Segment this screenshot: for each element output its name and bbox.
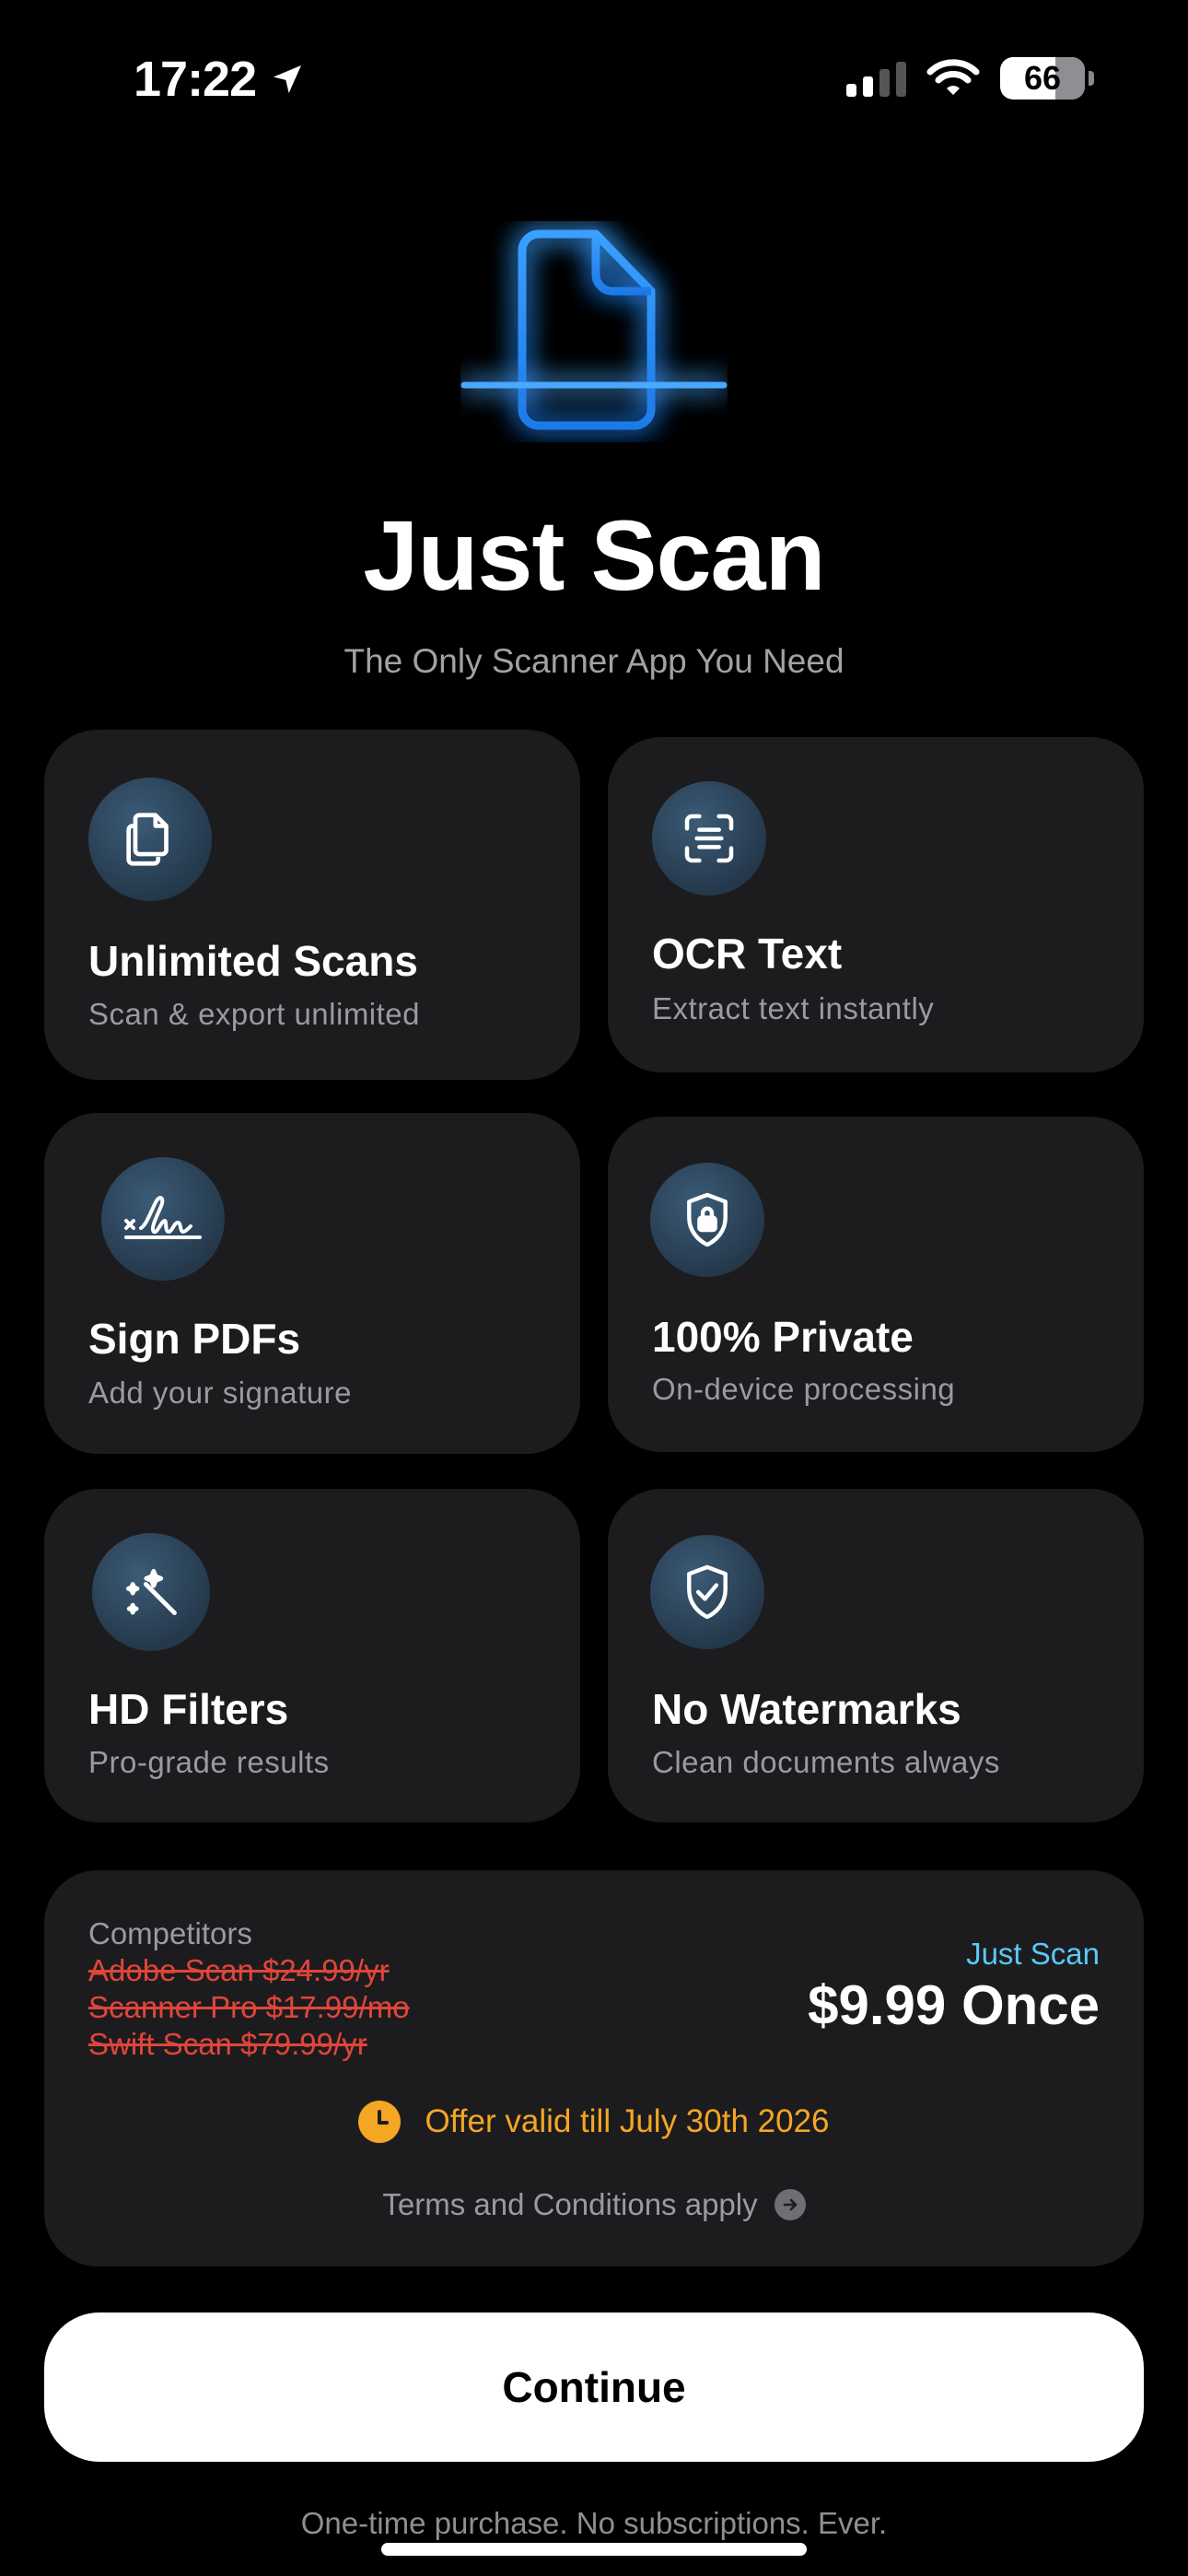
arrow-right-icon[interactable] <box>774 2189 806 2220</box>
feature-card-private: 100% Private On-device processing <box>608 1117 1144 1452</box>
feature-description: Add your signature <box>88 1376 353 1410</box>
checkmark-shield-icon <box>650 1535 764 1649</box>
competitors-label: Competitors <box>88 1916 252 1950</box>
feature-description: Clean documents always <box>652 1745 1000 1779</box>
documents-icon <box>88 778 212 901</box>
feature-title: Unlimited Scans <box>88 937 418 985</box>
status-bar: 17:22 66 <box>0 0 1188 157</box>
cellular-signal-icon <box>846 60 906 97</box>
feature-description: Scan & export unlimited <box>88 997 421 1031</box>
lock-shield-icon <box>650 1163 764 1277</box>
feature-card-no-watermarks: No Watermarks Clean documents always <box>608 1489 1144 1822</box>
feature-card-unlimited-scans: Unlimited Scans Scan & export unlimited <box>44 730 580 1080</box>
feature-description: Pro-grade results <box>88 1745 330 1779</box>
wifi-icon <box>926 59 980 95</box>
terms-text[interactable]: Terms and Conditions apply <box>382 2187 757 2222</box>
footer-note: One-time purchase. No subscriptions. Eve… <box>300 2506 888 2540</box>
continue-button[interactable]: Continue <box>44 2313 1144 2462</box>
app-title: Just Scan <box>363 499 825 611</box>
location-arrow-icon <box>274 65 302 93</box>
battery-level: 66 <box>1023 59 1062 97</box>
app-price-label: Just Scan <box>966 1937 1100 1971</box>
document-scan-icon <box>460 229 728 430</box>
feature-card-ocr-text: OCR Text Extract text instantly <box>608 737 1144 1072</box>
feature-card-sign-pdfs: Sign PDFs Add your signature <box>44 1113 580 1454</box>
feature-title: OCR Text <box>652 930 843 978</box>
status-indicators: 66 <box>846 57 1094 100</box>
feature-card-hd-filters: HD Filters Pro-grade results <box>44 1489 580 1822</box>
time-label: 17:22 <box>134 52 257 107</box>
app-price: $9.99 Once <box>808 1974 1100 2036</box>
feature-description: On-device processing <box>652 1372 956 1406</box>
signature-icon <box>101 1157 225 1281</box>
feature-title: 100% Private <box>652 1313 914 1361</box>
competitor-price: Scanner Pro $17.99/mo <box>88 1990 410 2024</box>
feature-description: Extract text instantly <box>652 991 935 1025</box>
clock-icon <box>358 2101 402 2143</box>
pricing-card: Competitors Adobe Scan $24.99/yr Scanner… <box>44 1870 1144 2266</box>
text-scan-icon <box>652 781 766 896</box>
offer-text: Offer valid till July 30th 2026 <box>425 2103 830 2139</box>
competitor-price: Swift Scan $79.99/yr <box>88 2027 367 2061</box>
feature-title: HD Filters <box>88 1685 289 1733</box>
battery-icon: 66 <box>1000 57 1094 100</box>
magic-wand-icon <box>92 1533 210 1651</box>
app-subtitle: The Only Scanner App You Need <box>344 642 844 680</box>
status-time: 17:22 <box>134 51 306 108</box>
home-indicator[interactable] <box>381 2543 807 2556</box>
offer-row: Offer valid till July 30th 2026 <box>44 2101 1144 2143</box>
feature-title: No Watermarks <box>652 1685 961 1733</box>
terms-link[interactable]: Terms and Conditions apply <box>44 2187 1144 2222</box>
competitor-price: Adobe Scan $24.99/yr <box>88 1953 390 1987</box>
feature-title: Sign PDFs <box>88 1315 301 1363</box>
